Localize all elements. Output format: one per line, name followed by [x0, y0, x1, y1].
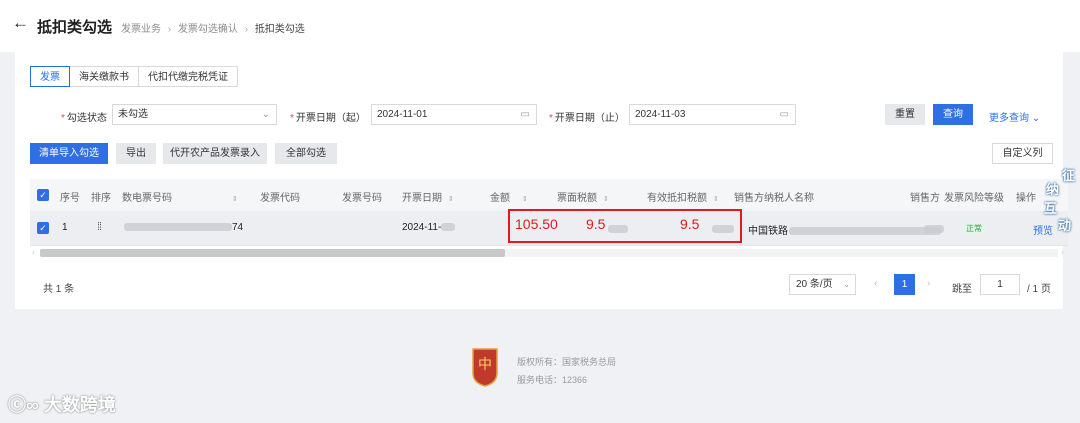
side-widget-char: 征	[1062, 168, 1076, 183]
scrollbar-thumb[interactable]	[40, 249, 505, 257]
column-header[interactable]: 开票日期 ⇕	[402, 189, 454, 204]
scroll-right-icon[interactable]: ›	[1061, 247, 1064, 257]
column-header: 销售方	[910, 193, 940, 204]
seller-name: 中国铁路	[748, 222, 941, 237]
date-end-label: * 开票日期（止）	[549, 113, 625, 124]
redacted-text	[924, 225, 944, 233]
breadcrumb-item-invoice-business[interactable]: 发票业务	[121, 24, 161, 35]
watermark-logo-icon: ⓒ∞	[8, 395, 39, 415]
drag-handle-icon[interactable]: ⁞⁞	[97, 221, 102, 233]
prev-page-icon[interactable]: ‹	[874, 278, 877, 289]
scroll-left-icon[interactable]: ‹	[32, 247, 35, 257]
reset-button[interactable]: 重置	[885, 104, 925, 125]
sort-icon: ⇕	[603, 196, 609, 203]
page-number-current[interactable]: 1	[894, 274, 915, 295]
column-header: 操作	[1016, 193, 1036, 204]
back-arrow-icon[interactable]: ←	[12, 13, 29, 33]
tab-withholding-certificate[interactable]: 代扣代缴完税凭证	[138, 66, 238, 87]
redacted-text	[789, 227, 941, 236]
jump-page-input[interactable]: 1	[980, 274, 1020, 295]
main-card: 发票 海关缴款书 代扣代缴完税凭证 * 勾选状态 未勾选 ⌄ * 开票日期（起） 2…	[15, 52, 1068, 309]
risk-level-badge: 正常	[962, 222, 986, 235]
column-header[interactable]: 数电票号码 ⇕	[122, 189, 238, 204]
row-index: 1	[62, 222, 68, 233]
side-widget-char: 动	[1058, 218, 1072, 233]
column-header[interactable]: 金额 ⇕	[490, 189, 528, 204]
column-header[interactable]: 有效抵扣税额 ⇕	[647, 189, 719, 204]
tab-customs-payment[interactable]: 海关缴款书	[69, 66, 139, 87]
page-title: 抵扣类勾选	[37, 19, 113, 36]
chevron-down-icon: ⌄	[261, 109, 270, 120]
agri-invoice-entry-button[interactable]: 代开农产品发票录入	[163, 143, 267, 164]
side-floating-widget[interactable]: 征 纳 互 动	[1038, 165, 1080, 235]
date-start-input[interactable]: 2024-11-01 ▭	[371, 104, 537, 125]
footer-phone: 服务电话：12366	[517, 375, 588, 385]
chevron-down-icon: ⌄	[843, 280, 850, 289]
column-header: 发票风险等级	[944, 193, 1004, 204]
next-page-icon[interactable]: ›	[927, 278, 930, 289]
invoice-number: 74	[124, 222, 243, 233]
sort-icon: ⇕	[713, 196, 719, 203]
breadcrumb: 发票业务 › 发票勾选确认 › 抵扣类勾选	[121, 20, 305, 35]
tab-invoice[interactable]: 发票	[30, 66, 70, 87]
page-size-select[interactable]: 20 条/页 ⌄	[789, 274, 856, 295]
calendar-icon: ▭	[520, 109, 530, 120]
more-query-link[interactable]: 更多查询 ⌄	[989, 109, 1040, 124]
column-header[interactable]: 票面税额 ⇕	[557, 189, 609, 204]
breadcrumb-separator-icon: ›	[244, 24, 249, 35]
breadcrumb-item-invoice-confirm[interactable]: 发票勾选确认	[178, 24, 238, 35]
footer-copyright: 版权所有：国家税务总局	[517, 357, 617, 367]
column-header: 排序	[91, 193, 111, 204]
breadcrumb-item-current: 抵扣类勾选	[254, 24, 305, 35]
horizontal-scrollbar[interactable]: ‹ ›	[30, 247, 1068, 259]
table-header: ✓ 序号 排序 数电票号码 ⇕ 发票代码 发票号码 开票日期 ⇕ 金额 ⇕ 票面税额 ⇕…	[30, 179, 1068, 211]
chevron-down-icon: ⌄	[1031, 113, 1041, 124]
svg-text:中: 中	[478, 357, 492, 373]
watermark: ⓒ∞ 大数跨境	[8, 395, 116, 415]
export-button[interactable]: 导出	[116, 143, 156, 164]
column-header: 序号	[60, 193, 80, 204]
select-all-button[interactable]: 全部勾选	[275, 143, 337, 164]
column-header: 发票代码	[260, 193, 300, 204]
tab-bar: 发票 海关缴款书 代扣代缴完税凭证	[30, 66, 238, 87]
breadcrumb-separator-icon: ›	[167, 24, 172, 35]
import-select-button[interactable]: 清单导入勾选	[30, 143, 108, 164]
total-count: 共 1 条	[43, 284, 75, 295]
jump-to-label: 跳至	[952, 284, 972, 295]
status-select[interactable]: 未勾选 ⌄	[112, 104, 277, 125]
select-all-checkbox[interactable]: ✓	[37, 189, 49, 201]
sort-icon: ⇕	[522, 196, 528, 203]
column-header: 发票号码	[342, 193, 382, 204]
sort-icon: ⇕	[232, 196, 238, 203]
redacted-text	[124, 223, 232, 232]
calendar-icon: ▭	[779, 109, 789, 120]
date-start-label: * 开票日期（起）	[290, 113, 366, 124]
total-pages-label: / 1 页	[1027, 284, 1051, 295]
side-widget-char: 纳	[1046, 182, 1060, 197]
date-end-input[interactable]: 2024-11-03 ▭	[629, 104, 796, 125]
column-header: 销售方纳税人名称	[734, 193, 814, 204]
invoice-date: 2024-11-	[402, 222, 456, 233]
sort-icon: ⇕	[448, 196, 454, 203]
tax-bureau-logo-icon: 中	[472, 348, 498, 387]
top-bar: ← 抵扣类勾选 发票业务 › 发票勾选确认 › 抵扣类勾选	[0, 0, 1080, 52]
redacted-text	[441, 223, 456, 232]
highlight-annotation-box	[508, 209, 742, 243]
row-checkbox[interactable]: ✓	[37, 222, 49, 234]
side-widget-char: 互	[1044, 201, 1058, 216]
query-button[interactable]: 查询	[933, 104, 973, 125]
status-label: * 勾选状态	[61, 113, 107, 124]
custom-columns-button[interactable]: 自定义列	[992, 143, 1053, 164]
